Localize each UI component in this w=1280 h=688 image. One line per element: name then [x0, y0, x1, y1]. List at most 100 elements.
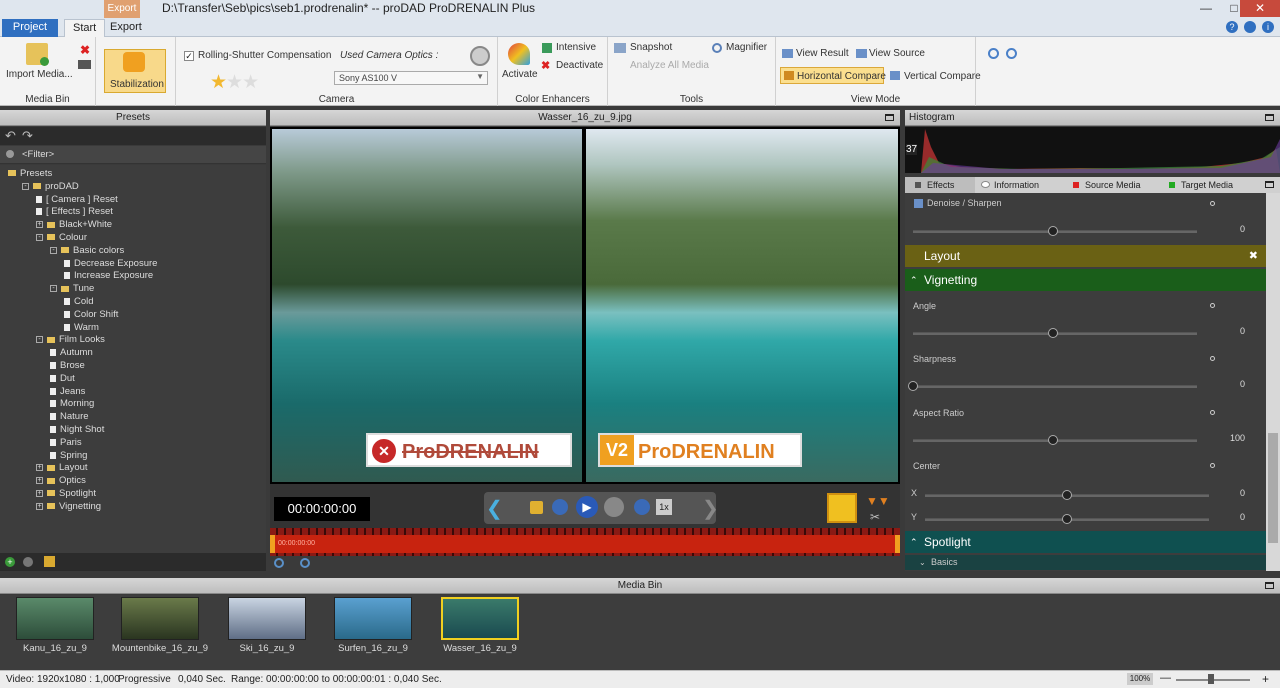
- view-result-icon[interactable]: [782, 49, 793, 58]
- media-thumbnail[interactable]: [16, 597, 94, 640]
- undo-icon[interactable]: [988, 48, 999, 59]
- scrollbar-thumb[interactable]: [1268, 433, 1278, 543]
- trim-icon[interactable]: ▼▼: [866, 494, 890, 508]
- angle-slider-knob[interactable]: [1048, 328, 1058, 338]
- loop-icon[interactable]: [530, 501, 543, 514]
- expand-icon[interactable]: +: [36, 489, 43, 497]
- play-icon[interactable]: ▶: [576, 496, 598, 518]
- deactivate-icon[interactable]: ✖: [541, 59, 550, 72]
- sharpness-slider-track[interactable]: [913, 385, 1197, 388]
- collapse-icon[interactable]: -: [36, 336, 43, 344]
- undo-preset-icon[interactable]: ↶: [5, 128, 16, 144]
- preset-tree-item[interactable]: Dut: [50, 372, 75, 385]
- preset-tree-item[interactable]: Presets: [8, 167, 52, 180]
- preset-tree-item[interactable]: Nature: [50, 410, 89, 423]
- zoom-out-icon[interactable]: [300, 558, 310, 568]
- close-button[interactable]: ✕: [1240, 0, 1280, 17]
- preset-tree-item[interactable]: - Tune: [50, 282, 94, 295]
- media-thumbnail[interactable]: [228, 597, 306, 640]
- import-media-button[interactable]: Import Media...: [6, 69, 73, 80]
- preset-tree-item[interactable]: - Film Looks: [36, 333, 105, 346]
- sharpness-slider-knob[interactable]: [908, 381, 918, 391]
- deactivate-button[interactable]: Deactivate: [556, 60, 603, 71]
- refresh-icon[interactable]: [1244, 21, 1256, 33]
- center-y-value[interactable]: 0: [1215, 512, 1245, 522]
- preset-tree-item[interactable]: Morning: [50, 397, 94, 410]
- preset-tree-item[interactable]: - proDAD: [22, 180, 79, 193]
- preset-tree-item[interactable]: - Colour: [36, 231, 87, 244]
- preset-tree-item[interactable]: Brose: [50, 359, 85, 372]
- preset-tree-item[interactable]: Increase Exposure: [64, 269, 153, 282]
- preset-tree-item[interactable]: + Layout: [36, 461, 88, 474]
- expand-icon[interactable]: +: [36, 464, 43, 472]
- timeline[interactable]: 00:00:00:00: [270, 528, 900, 556]
- maximize-effects-icon[interactable]: [1265, 181, 1274, 188]
- delete-icon[interactable]: ✖: [80, 43, 90, 57]
- tab-source-media[interactable]: Source Media: [1073, 177, 1141, 193]
- skip-end-icon[interactable]: [634, 499, 650, 515]
- zoom-out-button[interactable]: —: [1160, 672, 1171, 684]
- info-icon[interactable]: i: [1262, 21, 1274, 33]
- preset-tree-item[interactable]: Autumn: [50, 346, 93, 359]
- redo-preset-icon[interactable]: ↷: [22, 128, 33, 144]
- collapse-icon[interactable]: -: [50, 246, 57, 254]
- preset-tree-item[interactable]: Spring: [50, 449, 87, 462]
- sharpness-reset-dot[interactable]: [1210, 356, 1215, 361]
- rolling-shutter-checkbox[interactable]: ✓: [184, 51, 194, 61]
- preset-tree-item[interactable]: [ Effects ] Reset: [36, 205, 113, 218]
- intensive-icon[interactable]: [542, 43, 552, 53]
- center-reset-dot[interactable]: [1210, 463, 1215, 468]
- zoom-in-icon[interactable]: [274, 558, 284, 568]
- vertical-compare-icon[interactable]: [890, 71, 900, 80]
- range-start-handle[interactable]: [270, 535, 275, 553]
- preset-tree-item[interactable]: + Vignetting: [36, 500, 101, 513]
- snapshot-button[interactable]: Snapshot: [630, 42, 672, 53]
- collapse-icon[interactable]: -: [22, 182, 29, 190]
- add-preset-icon[interactable]: +: [5, 557, 15, 567]
- film-icon[interactable]: [78, 60, 91, 69]
- pause-icon[interactable]: [604, 497, 624, 517]
- maximize-media-bin-icon[interactable]: [1265, 582, 1274, 589]
- preset-tree-item[interactable]: Jeans: [50, 385, 85, 398]
- tab-start[interactable]: Start: [64, 19, 106, 37]
- angle-reset-dot[interactable]: [1210, 303, 1215, 308]
- magnifier-icon[interactable]: [712, 43, 722, 53]
- tab-target-media[interactable]: Target Media: [1169, 177, 1233, 193]
- expand-icon[interactable]: +: [36, 502, 43, 510]
- preset-tree-item[interactable]: Night Shot: [50, 423, 104, 436]
- intensive-button[interactable]: Intensive: [556, 42, 596, 53]
- preset-tree-item[interactable]: + Black+White: [36, 218, 112, 231]
- media-thumbnail[interactable]: [121, 597, 199, 640]
- filter-input[interactable]: <Filter>: [0, 146, 266, 164]
- preset-tree-item[interactable]: - Basic colors: [50, 244, 124, 257]
- speed-button[interactable]: 1x: [656, 499, 672, 515]
- zoom-in-button[interactable]: +: [1262, 672, 1269, 686]
- magnifier-button[interactable]: Magnifier: [726, 42, 767, 53]
- preset-tree-item[interactable]: [ Camera ] Reset: [36, 193, 118, 206]
- collapse-icon[interactable]: -: [50, 285, 57, 293]
- tab-project[interactable]: Project: [2, 19, 58, 37]
- tab-export[interactable]: Export: [102, 19, 150, 37]
- help-icon[interactable]: ?: [1226, 21, 1238, 33]
- clapperboard-icon[interactable]: [827, 493, 857, 523]
- vignetting-section[interactable]: ⌃ Vignetting: [905, 269, 1266, 291]
- preset-tree-item[interactable]: Paris: [50, 436, 82, 449]
- maximize-histogram-icon[interactable]: [1265, 114, 1274, 121]
- tab-effects[interactable]: Effects: [905, 177, 975, 193]
- center-y-knob[interactable]: [1062, 514, 1072, 524]
- next-icon[interactable]: ❯: [702, 496, 719, 521]
- center-x-knob[interactable]: [1062, 490, 1072, 500]
- center-x-value[interactable]: 0: [1215, 488, 1245, 498]
- collapse-icon[interactable]: -: [36, 233, 43, 241]
- denoise-slider-knob[interactable]: [1048, 226, 1058, 236]
- maximize-viewer-icon[interactable]: [885, 114, 894, 121]
- layout-section[interactable]: Layout ✖: [905, 245, 1266, 267]
- zoom-slider-knob[interactable]: [1208, 674, 1214, 684]
- video-preview[interactable]: ✕ ProDRENALIN V2 ProDRENALIN: [270, 127, 900, 484]
- activate-button[interactable]: Activate: [502, 69, 538, 80]
- snapshot-icon[interactable]: [614, 43, 626, 53]
- spotlight-section[interactable]: ⌃ Spotlight: [905, 531, 1266, 553]
- effects-scrollbar[interactable]: [1266, 193, 1280, 571]
- range-end-handle[interactable]: [895, 535, 900, 553]
- view-result-button[interactable]: View Result: [796, 48, 849, 59]
